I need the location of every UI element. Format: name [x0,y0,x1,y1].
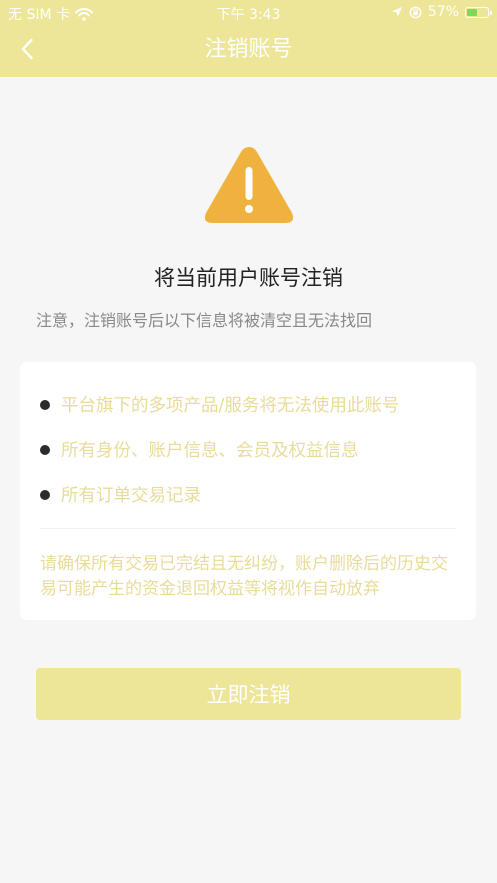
battery-percent: 57% [427,4,459,20]
status-right: 57% [391,4,492,20]
battery-icon [465,6,492,18]
battery-level [467,8,478,16]
location-arrow-icon [391,7,402,17]
deregister-now-button[interactable]: 立即注销 [36,668,461,720]
list-item: 所有订单交易记录 [40,482,201,507]
deregister-heading: 将当前用户账号注销 [154,266,343,290]
bullet-dot [40,399,50,410]
warning-triangle-icon [204,147,294,223]
card-divider [40,528,456,529]
list-item: 平台旗下的多项产品/服务将无法使用此账号 [40,392,399,417]
status-bar: 无 SIM 卡 下午 3:43 57% [0,0,497,26]
bullet-dot [40,489,50,500]
list-item-text: 所有身份、账户信息、会员及权益信息 [61,441,359,461]
page-title: 注销账号 [204,37,293,62]
info-card: 平台旗下的多项产品/服务将无法使用此账号 所有身份、账户信息、会员及权益信息 所… [20,362,476,620]
list-item-text: 平台旗下的多项产品/服务将无法使用此账号 [61,396,400,416]
list-item-text: 所有订单交易记录 [61,486,201,506]
list-item: 所有身份、账户信息、会员及权益信息 [40,437,359,462]
warning-text: 请确保所有交易已完结且无纠纷，账户删除后的历史交易可能产生的资金退回权益等将视作… [40,554,448,599]
header: 无 SIM 卡 下午 3:43 57% 注销账号 [0,0,497,77]
orientation-lock-icon [409,6,422,18]
notice-text: 注意，注销账号后以下信息将被清空且无法找回 [36,311,373,330]
bullet-dot [40,444,50,455]
